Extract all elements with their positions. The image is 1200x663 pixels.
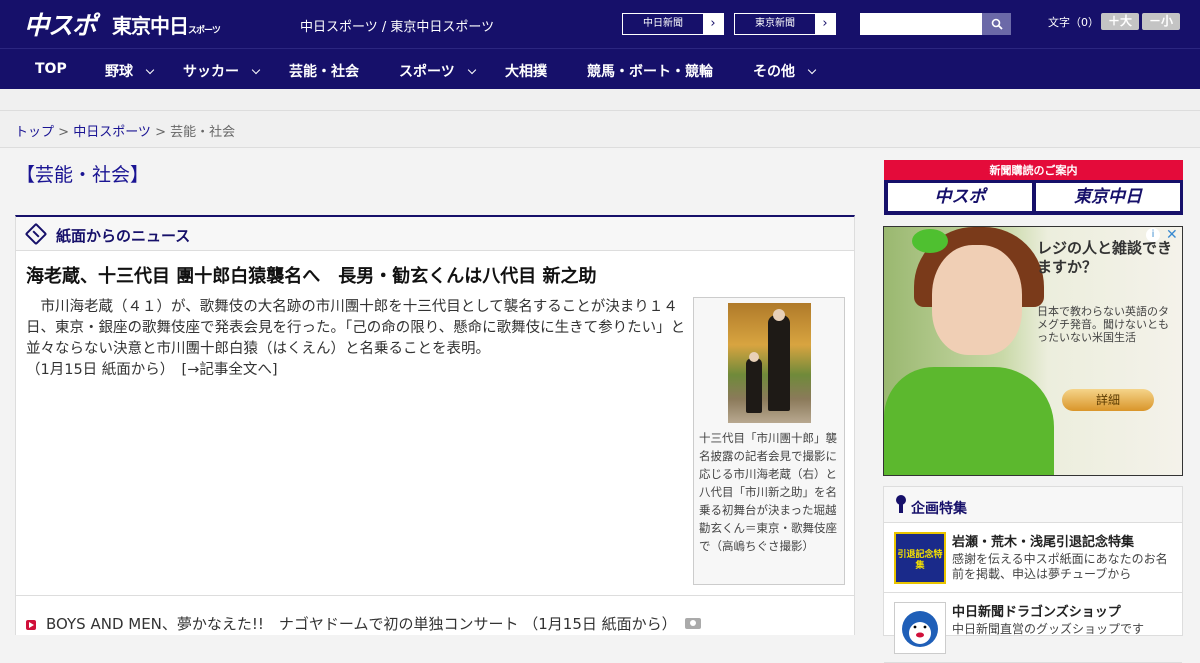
logo-secondary-small: スポーツ (188, 26, 221, 36)
font-larger-button[interactable]: ＋大 (1101, 13, 1139, 30)
article-summary: 市川海老蔵（４１）が、歌舞伎の大名跡の市川團十郎を十三代目として襲名することが決… (26, 297, 686, 381)
features-box: 企画特集 引退記念特集 岩瀬・荒木・浅尾引退記念特集 感謝を伝える中スポ紙面にあ… (883, 486, 1183, 663)
breadcrumb: トップ > 中日スポーツ > 芸能・社会 (0, 111, 1200, 148)
nav-sports[interactable]: スポーツ (399, 61, 476, 81)
nav-label: 大相撲 (505, 64, 547, 80)
info-icon[interactable]: i (1146, 228, 1160, 242)
ad-headline: レジの人と雑談できますか？ (1037, 239, 1173, 276)
article-body: 市川海老蔵（４１）が、歌舞伎の大名跡の市川團十郎を十三代目として襲名することが決… (26, 299, 686, 357)
ribbon-icon (896, 495, 906, 513)
paper-link-label: 中日新聞 (643, 18, 683, 29)
news-list-item-text: BOYS AND MEN、夢かなえた!! ナゴヤドームで初の単独コンサート （1… (46, 615, 677, 633)
nav-label: 競馬・ボート・競輪 (587, 64, 713, 80)
chuspo-logo[interactable]: 中スポ (24, 6, 97, 42)
ad-text: 日本で教わらない英語のタメグチ発音。聞けないともったいない米国生活 (1037, 305, 1169, 344)
nav-label: TOP (35, 61, 67, 77)
news-list-item[interactable]: BOYS AND MEN、夢かなえた!! ナゴヤドームで初の単独コンサート （1… (26, 613, 701, 634)
ad-figure-body (884, 367, 1054, 475)
article-date: （1月15日 紙面から） (26, 362, 168, 378)
logo-secondary-text: 東京中日 (112, 14, 189, 38)
chevron-down-icon (251, 65, 261, 75)
camera-icon (684, 618, 701, 629)
news-from-paper-box: 紙面からのニュース 海老蔵、十三代目 團十郎白猿襲名へ 長男・勧玄くんは八代目 … (15, 215, 855, 635)
nav-label: 野球 (105, 64, 133, 80)
photo-caption: 十三代目「市川團十郎」襲名披露の記者会見で撮影に応じる市川海老蔵（右）と八代目「… (699, 431, 837, 553)
search-input[interactable] (860, 13, 982, 35)
site-title: 中日スポーツ / 東京中日スポーツ (300, 20, 495, 35)
play-bullet-icon (26, 620, 36, 630)
nav-other[interactable]: その他 (753, 61, 817, 81)
feature-description: 感謝を伝える中スポ紙面にあなたのお名前を掲載、申込は夢チューブから (952, 552, 1168, 581)
font-size-label: 文字（0） (1048, 16, 1099, 29)
breadcrumb-chunichi-link[interactable]: 中日スポーツ (73, 125, 151, 140)
ad-details-button[interactable]: 詳細 (1062, 389, 1154, 411)
ad-figure-face (932, 245, 1022, 355)
subscribe-chuspo-logo[interactable]: 中スポ (888, 183, 1032, 211)
article-headline[interactable]: 海老蔵、十三代目 團十郎白猿襲名へ 長男・勧玄くんは八代目 新之助 (26, 262, 597, 288)
nav-sumo[interactable]: 大相撲 (505, 61, 547, 81)
nav-label: 芸能・社会 (289, 64, 359, 80)
article-photo-box: 十三代目「市川團十郎」襲名披露の記者会見で撮影に応じる市川海老蔵（右）と八代目「… (693, 297, 845, 585)
chevron-right-icon: › (815, 14, 835, 34)
feature-title: 岩瀬・荒木・浅尾引退記念特集 (952, 535, 1135, 550)
divider (16, 595, 854, 596)
tag-icon (24, 222, 48, 246)
read-more-link[interactable]: [→記事全文へ] (182, 362, 278, 378)
feature-thumbnail: 引退記念特集 (894, 532, 946, 584)
feature-title: 中日新聞ドラゴンズショップ (952, 605, 1121, 620)
features-title: 企画特集 (911, 501, 967, 517)
breadcrumb-home-link[interactable]: トップ (15, 125, 54, 140)
paper-link-label: 東京新聞 (755, 18, 795, 29)
nav-soccer[interactable]: サッカー (183, 61, 261, 81)
breadcrumb-separator: > (150, 125, 171, 140)
tokyo-chunichi-logo[interactable]: 東京中日スポーツ (112, 10, 221, 39)
nav-baseball[interactable]: 野球 (105, 61, 155, 81)
chunichi-shimbun-link[interactable]: 中日新聞 › (622, 13, 724, 35)
tokyo-shimbun-link[interactable]: 東京新聞 › (734, 13, 836, 35)
chevron-down-icon (467, 65, 476, 75)
article-photo[interactable] (728, 303, 811, 423)
nav-top[interactable]: TOP (35, 61, 67, 77)
font-smaller-button[interactable]: －小 (1142, 13, 1180, 30)
photo-figure-adult (768, 309, 790, 411)
nav-racing[interactable]: 競馬・ボート・競輪 (587, 61, 713, 81)
close-icon[interactable]: ✕ (1166, 227, 1178, 243)
section-title: 【芸能・社会】 (16, 164, 150, 186)
feature-thumbnail-text: 引退記念特集 (897, 550, 943, 571)
mascot-icon (894, 602, 946, 654)
nav-entertainment[interactable]: 芸能・社会 (289, 61, 359, 81)
news-box-header: 紙面からのニュース (16, 217, 854, 251)
search-icon (991, 18, 1003, 30)
subscribe-tokyo-chunichi-logo[interactable]: 東京中日 (1036, 183, 1180, 211)
header-spacer (0, 89, 1200, 111)
features-header: 企画特集 (884, 487, 1182, 523)
chevron-down-icon (145, 65, 155, 75)
chevron-down-icon (807, 65, 817, 75)
chevron-right-icon: › (703, 14, 723, 34)
ad-figure-bow (912, 229, 948, 253)
main-nav: TOP 野球 サッカー 芸能・社会 スポーツ 大相撲 競馬・ボート・競輪 その他 (0, 48, 1200, 89)
nav-label: スポーツ (399, 64, 455, 80)
photo-figure-child (746, 352, 762, 413)
news-box-title: 紙面からのニュース (56, 227, 191, 245)
breadcrumb-separator: > (54, 125, 74, 140)
top-header: 中スポ 東京中日スポーツ 中日スポーツ / 東京中日スポーツ 中日新聞 › 東京新… (0, 0, 1200, 48)
nav-label: サッカー (183, 64, 239, 80)
subscription-label: 新聞購読のご案内 (989, 164, 1078, 177)
advertisement[interactable]: レジの人と雑談できますか？ 日本で教わらない英語のタメグチ発音。聞けないともった… (883, 226, 1183, 476)
search-button[interactable] (982, 13, 1011, 35)
feature-item[interactable]: 中日新聞ドラゴンズショップ 中日新聞直営のグッズショップです (884, 593, 1182, 663)
nav-label: その他 (753, 64, 795, 80)
breadcrumb-current: 芸能・社会 (170, 125, 236, 140)
feature-item[interactable]: 引退記念特集 岩瀬・荒木・浅尾引退記念特集 感謝を伝える中スポ紙面にあなたのお名… (884, 523, 1182, 593)
